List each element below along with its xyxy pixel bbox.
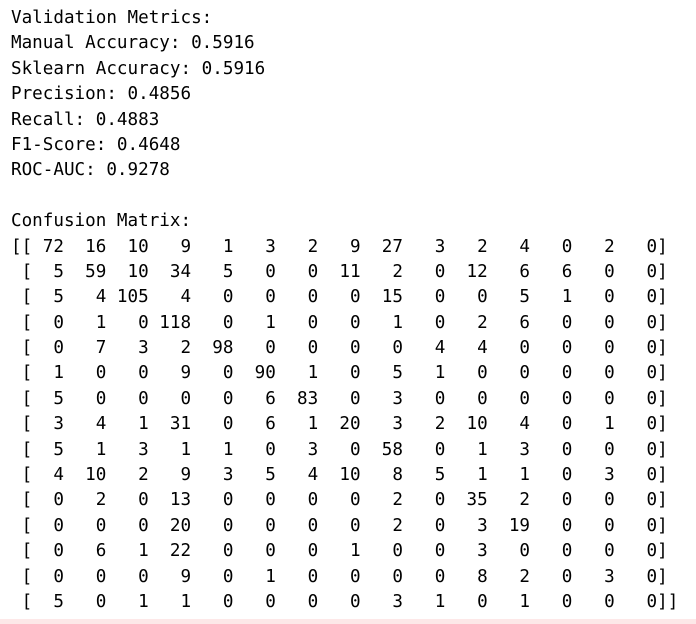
precision-line: Precision: 0.4856 bbox=[11, 84, 192, 105]
matrix-row: [ 0 6 1 22 0 0 0 1 0 0 3 0 0 0 0] bbox=[11, 541, 668, 562]
matrix-row: [ 0 1 0 118 0 1 0 0 1 0 2 6 0 0 0] bbox=[11, 312, 668, 333]
matrix-row: [ 0 7 3 2 98 0 0 0 0 4 4 0 0 0 0] bbox=[11, 338, 668, 359]
matrix-row: [ 5 0 0 0 0 6 83 0 3 0 0 0 0 0 0] bbox=[11, 388, 668, 409]
matrix-row: [ 1 0 0 9 0 90 1 0 5 1 0 0 0 0 0] bbox=[11, 363, 668, 384]
sklearn-accuracy-line: Sklearn Accuracy: 0.5916 bbox=[11, 58, 266, 79]
matrix-row: [ 5 59 10 34 5 0 0 11 2 0 12 6 6 0 0] bbox=[11, 261, 668, 282]
manual-accuracy-line: Manual Accuracy: 0.5916 bbox=[11, 33, 255, 54]
metrics-header: Validation Metrics: bbox=[11, 8, 213, 28]
f1-score-line: F1-Score: 0.4648 bbox=[11, 134, 181, 155]
confusion-matrix-header: Confusion Matrix: bbox=[11, 211, 192, 232]
matrix-row: [ 5 1 3 1 1 0 3 0 58 0 1 3 0 0 0] bbox=[11, 439, 668, 460]
matrix-row: [ 0 0 0 20 0 0 0 0 2 0 3 19 0 0 0] bbox=[11, 515, 668, 536]
recall-line: Recall: 0.4883 bbox=[11, 109, 160, 130]
matrix-row: [[ 72 16 10 9 1 3 2 9 27 3 2 4 0 2 0] bbox=[11, 236, 668, 257]
matrix-row: [ 5 4 105 4 0 0 0 0 15 0 0 5 1 0 0] bbox=[11, 287, 668, 308]
cell-output: Validation Metrics: Manual Accuracy: 0.5… bbox=[11, 6, 691, 618]
matrix-row: [ 5 0 1 1 0 0 0 0 3 1 0 1 0 0 0]] bbox=[11, 591, 679, 612]
roc-auc-line: ROC-AUC: 0.9278 bbox=[11, 160, 170, 181]
matrix-row: [ 0 0 0 9 0 1 0 0 0 0 8 2 0 3 0] bbox=[11, 566, 668, 587]
matrix-row: [ 0 2 0 13 0 0 0 0 2 0 35 2 0 0 0] bbox=[11, 490, 668, 511]
matrix-row: [ 3 4 1 31 0 6 1 20 3 2 10 4 0 1 0] bbox=[11, 414, 668, 435]
matrix-row: [ 4 10 2 9 3 5 4 10 8 5 1 1 0 3 0] bbox=[11, 465, 668, 486]
confusion-matrix: [[ 72 16 10 9 1 3 2 9 27 3 2 4 0 2 0] [ … bbox=[11, 235, 691, 616]
output-bottom-border bbox=[0, 619, 696, 624]
